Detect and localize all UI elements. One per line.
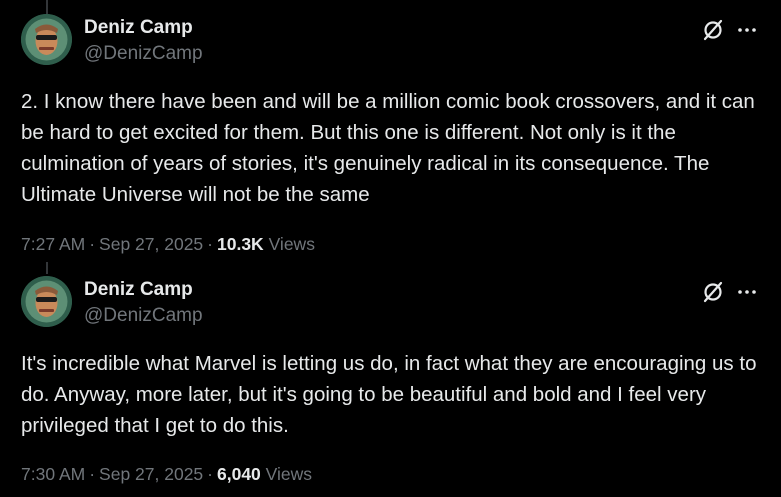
meta-separator: ·: [207, 464, 213, 484]
more-horizontal-icon[interactable]: [735, 18, 759, 42]
author-name[interactable]: Deniz Camp: [84, 279, 193, 301]
meta-separator: ·: [207, 234, 213, 254]
avatar[interactable]: [21, 14, 72, 65]
post-time[interactable]: 7:27 AM: [21, 234, 85, 254]
author-handle[interactable]: @DenizCamp: [84, 43, 203, 65]
thread-connector-top: [46, 0, 48, 14]
more-horizontal-icon[interactable]: [735, 280, 759, 304]
meta-separator: ·: [89, 234, 96, 254]
post-meta: 7:27 AM · Sep 27, 2025 · 10.3K Views: [21, 234, 315, 255]
views-label: Views: [268, 234, 315, 254]
grok-slash-icon[interactable]: [701, 280, 725, 304]
post-text: It's incredible what Marvel is letting u…: [21, 352, 757, 437]
post-meta: 7:30 AM · Sep 27, 2025 · 6,040 Views: [21, 464, 312, 485]
post-date[interactable]: Sep 27, 2025: [99, 464, 203, 484]
author-name[interactable]: Deniz Camp: [84, 17, 193, 39]
post-date[interactable]: Sep 27, 2025: [99, 234, 203, 254]
grok-slash-icon[interactable]: [701, 18, 725, 42]
views-label: Views: [265, 464, 313, 484]
views-count: 10.3K: [217, 234, 264, 254]
post-text: 2. I know there have been and will be a …: [21, 90, 755, 206]
meta-separator: ·: [89, 464, 96, 484]
thread-connector-middle: [46, 262, 48, 274]
post-time[interactable]: 7:30 AM: [21, 464, 85, 484]
avatar[interactable]: [21, 276, 72, 327]
views-count: 6,040: [217, 464, 261, 484]
avatar-image: [21, 14, 72, 65]
author-handle[interactable]: @DenizCamp: [84, 305, 203, 327]
avatar-image: [21, 276, 72, 327]
